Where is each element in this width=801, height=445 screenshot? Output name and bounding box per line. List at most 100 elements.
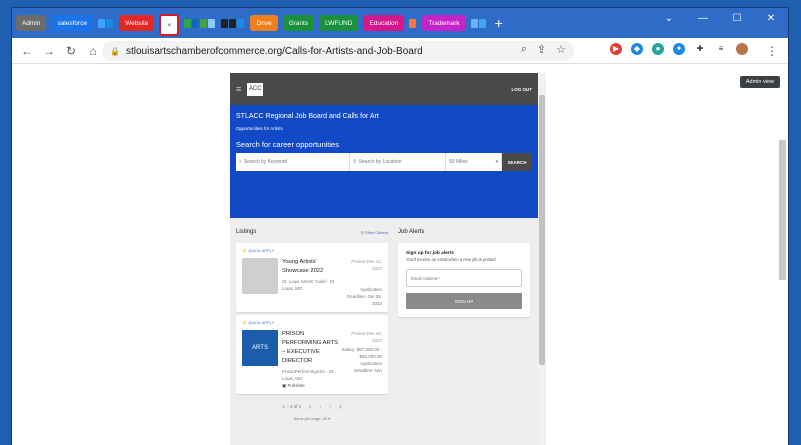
search-button[interactable]: SEARCH [502,153,532,171]
avatar[interactable] [736,43,748,55]
tab-trademark[interactable]: Trademark [422,15,466,31]
logout-button[interactable]: LOG OUT [512,87,533,92]
next-page-icon[interactable]: › [329,404,331,409]
distance-select[interactable]: 50 Miles ▾ [446,153,502,171]
puzzle-icon[interactable]: ✚ [694,43,706,55]
address-bar: ← → ↻ ⌂ 🔒 stlouisartschamberofcommerce.o… [12,38,788,64]
maximize-icon[interactable]: ☐ [720,8,754,30]
extension-icon[interactable]: ● [652,43,664,55]
job-alerts-card: Sign up for job alerts You'll receive an… [398,243,530,317]
listing-card[interactable]: ⚡ QUICK APPLY ARTS PRISON PERFORMING ART… [236,315,388,394]
new-tab-button[interactable]: + [495,15,503,31]
extension-icon[interactable]: ▶ [610,43,622,55]
quick-apply-label: QUICK APPLY [248,248,275,253]
location-search-input[interactable]: ⚲ Search by Location [350,153,446,171]
alerts-card-title: Sign up for job alerts [406,251,454,256]
filter-criteria-link[interactable]: ⚟ Filter Criteria [360,230,388,235]
listing-thumbnail [242,258,278,294]
extension-icons: ▶ ◆ ● ✦ ✚ ≡ [610,43,748,55]
reading-list-icon[interactable]: ≡ [715,43,727,55]
prev-page-icon[interactable]: ‹ [320,404,322,409]
email-field[interactable]: Email Address * [406,269,522,287]
share-icon[interactable]: ⇪ [537,43,546,56]
hamburger-icon[interactable]: ≡ [236,84,241,94]
site-logo[interactable]: ACC [247,82,264,96]
listing-title[interactable]: PRISON PERFORMING ARTS – EXECUTIVE DIREC… [282,330,340,366]
extension-icon[interactable]: ◆ [631,43,643,55]
chevron-down-icon: ▾ [495,159,498,165]
listings-heading: Listings [236,229,257,235]
tab-website[interactable]: Website [119,15,155,31]
listing-posted-date: Posted Dec 20, 2021 [351,331,382,343]
search-heading: Search for career opportunities [236,140,339,149]
job-type-label: Full-time [287,383,305,388]
per-page-label: Items per page: 20 [293,416,328,421]
quick-apply-link[interactable]: ⚡ QUICK APPLY [242,320,382,325]
tab-education[interactable]: Education [363,15,405,31]
search-icon: ⌕ [239,159,242,165]
browser-window: Admin salesforce Website × Drive Grants … [12,8,788,445]
listing-posted-date: Posted Dec 22, 2021 [351,259,382,271]
hero-banner: STLACC Regional Job Board and Calls for … [230,105,538,218]
pinned-tab-icons[interactable] [470,18,487,28]
listing-org: St. Louis Artists' Guild - St. Louis, MO [282,279,336,291]
job-alerts-heading: Job Alerts [398,229,425,235]
main-content: Listings ⚟ Filter Criteria ⚡ QUICK APPLY… [230,218,538,421]
listings-column: Listings ⚟ Filter Criteria ⚡ QUICK APPLY… [236,224,388,421]
keyword-search-input[interactable]: ⌕ Search by Keyword [236,153,350,171]
minimize-icon[interactable]: — [686,8,720,30]
listing-detail: Application Deadline: Jan 29, 2022 [346,287,382,306]
first-page-icon[interactable]: |‹ [309,404,312,409]
tab-salesforce[interactable]: salesforce [51,15,94,31]
page-title: STLACC Regional Job Board and Calls for … [236,113,379,120]
filter-label: Filter Criteria [365,229,388,235]
pinned-tab-icons[interactable] [409,18,417,28]
tab-lwfund[interactable]: LWFUND [319,15,359,31]
page-scrollbar[interactable] [538,73,546,445]
window-scrollbar[interactable] [779,140,786,280]
pinned-tab-icons[interactable] [221,18,245,28]
job-alerts-column: Job Alerts Sign up for job alerts You'll… [398,224,530,421]
quick-apply-link[interactable]: ⚡ QUICK APPLY [242,248,382,253]
location-placeholder: Search by Location [358,159,402,165]
last-page-icon[interactable]: ›| [339,404,342,409]
search-bar: ⌕ Search by Keyword ⚲ Search by Location… [236,153,532,171]
extension-icon[interactable]: ✦ [673,43,685,55]
tab-strip: Admin salesforce Website × Drive Grants … [12,8,788,38]
pagination: 1 – 2 of 2 |‹ ‹ › ›| [236,404,388,409]
sign-up-button[interactable]: SIGN UP [406,293,522,309]
pinned-tab-icons[interactable] [184,18,216,28]
briefcase-icon: ▣ [282,383,287,388]
keyword-placeholder: Search by Keyword [243,159,288,165]
items-per-page-select[interactable]: Items per page: 20 ▾ [236,416,388,421]
chevron-down-icon[interactable]: ⌄ [652,8,686,30]
page-viewport: Admin view ≡ ACC LOG OUT STLACC Regional… [12,65,788,445]
quick-apply-label: QUICK APPLY [248,320,275,325]
kebab-menu-icon[interactable]: ⋮ [766,44,778,58]
tab-drive[interactable]: Drive [250,15,278,31]
active-tab-close-icon[interactable]: × [159,14,180,36]
close-icon[interactable]: ✕ [754,8,788,30]
listing-title[interactable]: Young Artists' Showcase 2022 [282,258,340,276]
bookmark-star-icon[interactable]: ☆ [556,43,566,56]
alerts-card-subtitle: You'll receive an email when a new job i… [406,257,497,262]
reload-icon[interactable]: ↻ [64,44,78,58]
url-text: stlouisartschamberofcommerce.org/Calls-f… [125,45,423,57]
back-icon[interactable]: ← [20,44,34,58]
listing-detail: Salary: $57,000.00 - $65,000.00 Applicat… [341,347,382,373]
zoom-icon[interactable]: ⌕ [521,43,527,56]
home-icon[interactable]: ⌂ [86,44,100,58]
url-bar[interactable]: 🔒 stlouisartschamberofcommerce.org/Calls… [102,41,574,61]
tab-admin[interactable]: Admin [16,15,47,31]
location-pin-icon: ⚲ [353,159,357,165]
pinned-tab-icons[interactable] [98,18,114,28]
lock-icon[interactable]: 🔒 [110,47,120,56]
scrollbar-thumb[interactable] [539,95,545,365]
tab-grants[interactable]: Grants [282,15,315,31]
forward-icon[interactable]: → [42,44,56,58]
job-type: ▣ Full-time [282,383,340,389]
listing-card[interactable]: ⚡ QUICK APPLY Young Artists' Showcase 20… [236,243,388,312]
listing-org: PrisonPerformingArts - St. Louis, MO [282,369,335,381]
pager-range: 1 – 2 of 2 [282,404,302,409]
page-subtitle: Opportunities for Artists [236,126,283,131]
